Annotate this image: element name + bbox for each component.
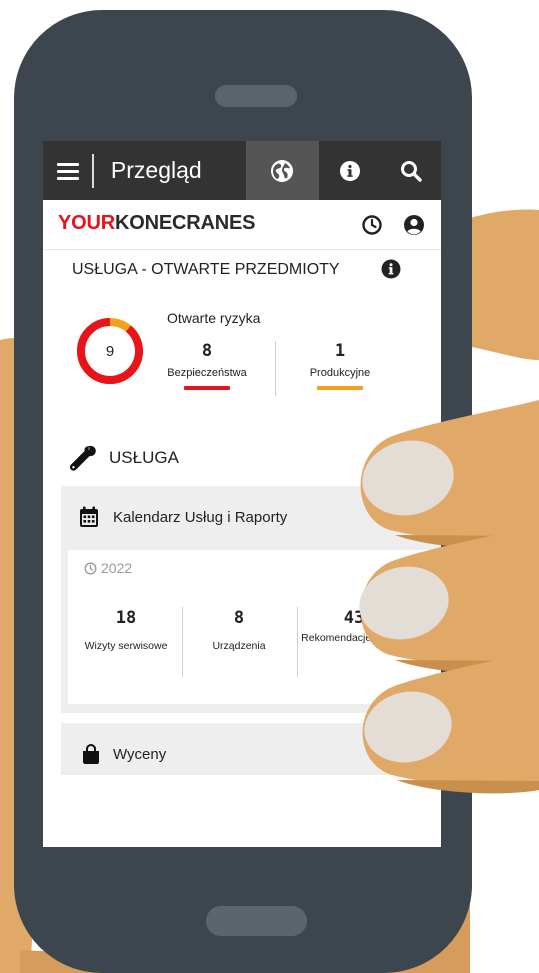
production-risks-summary[interactable]: 1 Produkcyjne: [290, 341, 390, 390]
menu-icon: [56, 162, 79, 180]
stat-label: Wizyty serwisowe: [84, 640, 168, 652]
open-items-total: 9: [105, 342, 115, 360]
report-year: 2022: [84, 560, 132, 576]
clock-icon: [84, 561, 97, 575]
clock-icon[interactable]: [361, 214, 383, 236]
user-account-icon[interactable]: [403, 214, 425, 236]
globe-button[interactable]: [245, 141, 320, 200]
report-year-value: 2022: [101, 560, 133, 576]
stat-label: Rekomendacje łącznie: [301, 632, 407, 644]
yourkonecranes-logo: YOURKONECRANES: [58, 212, 255, 235]
shopping-bag-icon: [83, 744, 99, 764]
quotes-title: Wyceny: [113, 746, 167, 763]
screen-blank-area: [43, 775, 441, 847]
stat-service-visits[interactable]: 18 Wizyty serwisowe: [70, 608, 182, 653]
stat-recommendations[interactable]: 43 Rekomendacje łącznie: [298, 608, 410, 645]
menu-button[interactable]: [43, 141, 92, 200]
wrench-icon: [69, 445, 96, 471]
globe-icon: [271, 159, 294, 182]
phone-speaker: [215, 85, 297, 107]
page-title: Przegląd: [110, 157, 202, 183]
stat-equipment[interactable]: 8 Urządzenia: [183, 608, 295, 653]
service-calendar-card: Kalendarz Usług i Raporty 2022 18 Wizyty…: [61, 486, 441, 713]
open-risks-title: Otwarte ryzyka: [167, 310, 261, 326]
info-button[interactable]: [319, 141, 380, 200]
service-stats-panel: 2022 18 Wizyty serwisowe 8 Urządzenia 43…: [68, 550, 441, 704]
calendar-icon: [80, 506, 98, 527]
logo-your: YOUR: [58, 212, 115, 234]
quotes-card[interactable]: Wyceny: [61, 723, 441, 775]
safety-risk-count: 8: [201, 341, 213, 361]
service-calendar-title: Kalendarz Usług i Raporty: [113, 508, 288, 526]
safety-risk-label: Bezpieczeństwa: [167, 367, 247, 379]
safety-risks-summary[interactable]: 8 Bezpieczeństwa: [157, 341, 257, 390]
production-risk-count: 1: [334, 341, 346, 361]
production-risk-label: Produkcyjne: [309, 367, 371, 379]
stat-value: 18: [115, 608, 137, 628]
logo-konecranes: KONECRANES: [114, 212, 256, 234]
search-icon: [400, 160, 422, 182]
service-heading-text: USŁUGA: [109, 448, 179, 467]
stat-value: 8: [233, 608, 245, 628]
stat-value: 43: [343, 608, 365, 628]
top-navigation-bar: Przegląd: [43, 141, 441, 200]
brand-header: YOURKONECRANES: [43, 200, 441, 250]
open-items-heading: USŁUGA - OTWARTE PRZEDMIOTY: [72, 261, 340, 278]
info-icon: [339, 160, 360, 181]
safety-color-bar: [184, 386, 230, 390]
risk-divider: [275, 341, 276, 396]
info-icon[interactable]: [381, 259, 401, 279]
service-calendar-link[interactable]: Kalendarz Usług i Raporty: [79, 506, 287, 528]
home-button[interactable]: [206, 906, 307, 936]
service-heading: USŁUGA: [68, 443, 179, 473]
search-button[interactable]: [380, 141, 441, 200]
production-color-bar: [317, 386, 363, 390]
app-screen: Przegląd YOURKONECRANES USŁUGA - OTWARTE…: [43, 141, 441, 847]
stat-label: Urządzenia: [212, 640, 266, 652]
